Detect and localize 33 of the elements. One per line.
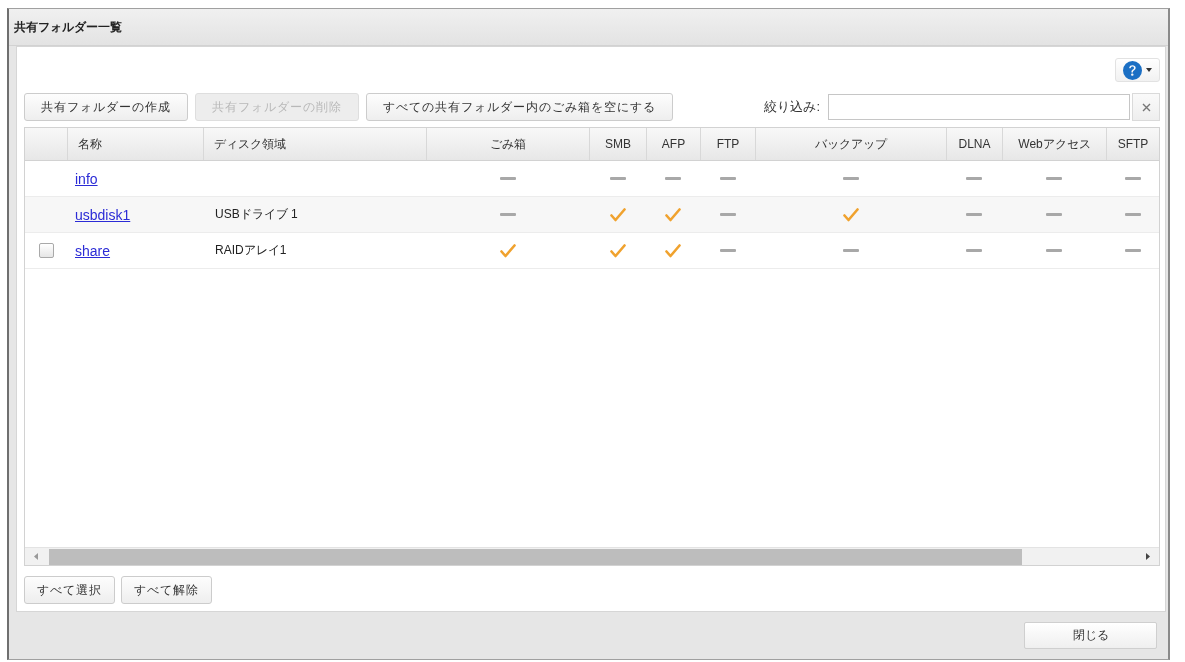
disk-label: RAIDアレイ1 (214, 242, 287, 259)
close-icon (1141, 102, 1151, 112)
folder-link[interactable]: share (75, 242, 111, 259)
folder-link[interactable]: usbdisk1 (75, 206, 131, 223)
column-header[interactable]: DLNA (946, 128, 1002, 160)
column-header[interactable]: ディスク領域 (203, 128, 426, 160)
caret-icon (1146, 68, 1152, 72)
column-header[interactable]: SMB (589, 128, 646, 160)
clear-button[interactable] (1132, 93, 1160, 121)
column-header[interactable]: AFP (646, 128, 700, 160)
filter-input[interactable] (828, 94, 1130, 120)
disk-label: USBドライブ 1 (214, 206, 298, 223)
column-header[interactable]: ごみ箱 (426, 128, 589, 160)
checkbox[interactable] (38, 243, 54, 258)
help-button[interactable] (1115, 58, 1160, 82)
help-icon (1123, 60, 1142, 80)
toolbar-button[interactable]: 共有フォルダーの作成 (24, 93, 188, 121)
right-arrow-icon[interactable] (1146, 553, 1150, 560)
column-header[interactable]: Webアクセス (1002, 128, 1106, 160)
column-header[interactable]: バックアップ (755, 128, 946, 160)
left-arrow-icon[interactable] (34, 553, 38, 560)
horizontal-scrollbar[interactable] (25, 547, 1159, 565)
column-header[interactable]: 名称 (67, 128, 203, 160)
toolbar-button[interactable]: すべての共有フォルダー内のごみ箱を空にする (366, 93, 673, 121)
folder-link[interactable]: info (75, 170, 98, 187)
window-title: 共有フォルダー一覧 (14, 18, 122, 36)
selection-button[interactable]: すべて選択 (24, 576, 115, 604)
column-header[interactable]: FTP (700, 128, 755, 160)
scrollbar-thumb[interactable] (49, 548, 1022, 565)
close-button[interactable]: 閉じる (1024, 622, 1157, 649)
column-header[interactable]: SFTP (1106, 128, 1159, 160)
selection-button[interactable]: すべて解除 (121, 576, 212, 604)
filter-label: 絞り込み: (764, 98, 820, 116)
